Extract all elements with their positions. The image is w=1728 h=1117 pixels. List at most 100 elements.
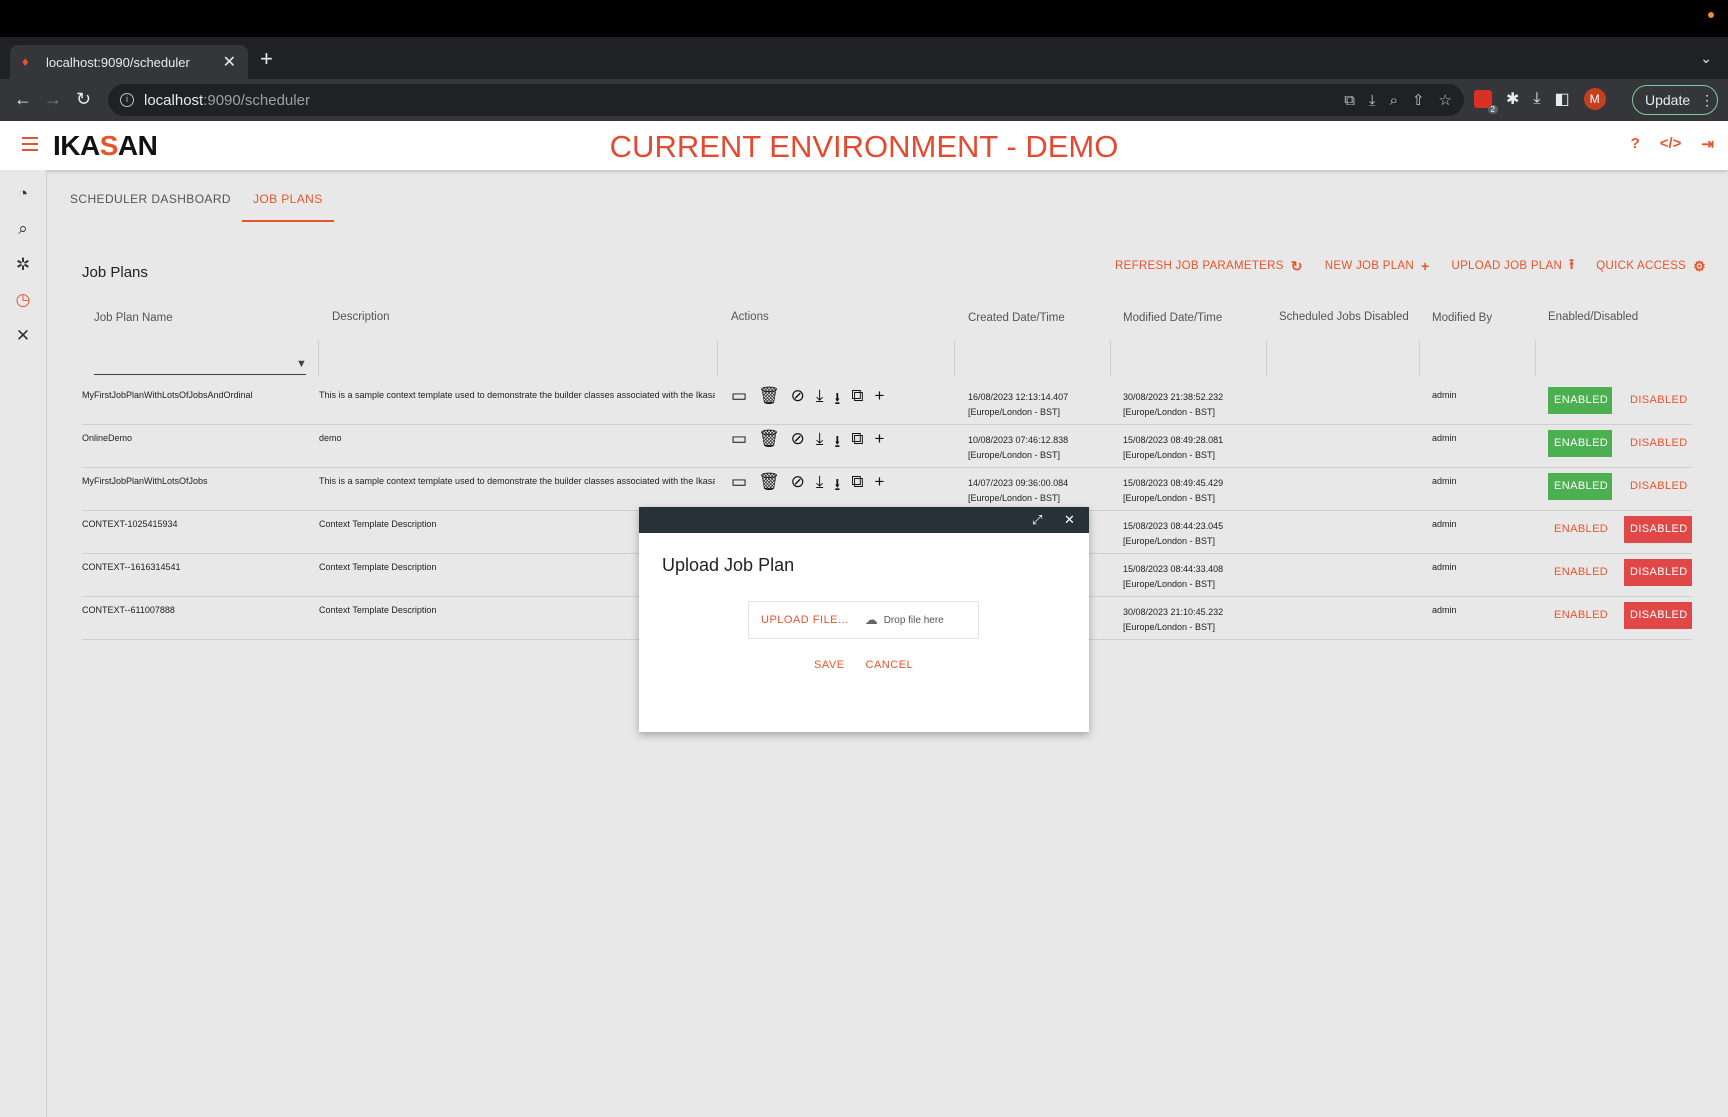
upload-file-button[interactable]: UPLOAD FILE... bbox=[761, 614, 849, 626]
modified-datetime: 15/08/2023 08:44:33.408 bbox=[1123, 564, 1224, 574]
tools-icon[interactable]: ✕ bbox=[13, 326, 33, 346]
browser-tab[interactable]: ♦ localhost:9090/scheduler ✕ bbox=[10, 45, 248, 79]
address-bar[interactable]: i localhost:9090/scheduler ⧉ ⤓ ⌕ ⇧ ☆ bbox=[108, 84, 1464, 116]
job-plan-name[interactable]: CONTEXT--1616314541 bbox=[82, 562, 181, 572]
reload-icon[interactable]: ↻ bbox=[76, 89, 91, 109]
upload-job-plan-button[interactable]: UPLOAD JOB PLAN ⭱ bbox=[1451, 254, 1574, 278]
download-icon[interactable]: ⤓ bbox=[816, 429, 824, 458]
cancel-button[interactable]: CANCEL bbox=[866, 659, 914, 671]
help-icon[interactable]: ? bbox=[1631, 135, 1640, 153]
created-datetime: 10/08/2023 07:46:12.838 bbox=[968, 435, 1069, 445]
open-external-icon[interactable]: ⧉ bbox=[851, 429, 863, 458]
header-scheduled-disabled[interactable]: Scheduled Jobs Disabled bbox=[1279, 311, 1409, 323]
disable-button[interactable]: DISABLED bbox=[1624, 559, 1692, 586]
table-row[interactable]: OnlineDemo demo ▭ 🗑 ⊘ ⤓ ⭳ ⧉ +10/08/2023 07:46:12… bbox=[82, 425, 1692, 468]
quick-access-button[interactable]: QUICK ACCESS ⚙ bbox=[1596, 254, 1706, 278]
created-timezone: [Europe/London - BST] bbox=[968, 450, 1061, 460]
extension-icon[interactable]: 2 bbox=[1474, 90, 1498, 114]
table-row[interactable]: MyFirstJobPlanWithLotsOfJobsAndOrdinal Th… bbox=[82, 382, 1692, 425]
upload-arrow-icon: ⭱ bbox=[1569, 256, 1575, 272]
forward-arrow-icon[interactable]: → bbox=[44, 89, 62, 109]
scheduler-clock-icon[interactable]: ◷ bbox=[13, 290, 33, 310]
refresh-job-parameters-button[interactable]: REFRESH JOB PARAMETERS ↻ bbox=[1115, 254, 1303, 278]
extensions-puzzle-icon[interactable]: ✱ bbox=[1506, 89, 1519, 109]
disable-button[interactable]: DISABLED bbox=[1624, 430, 1692, 457]
downloads-icon[interactable]: ⤓ bbox=[1533, 90, 1540, 108]
name-filter-input[interactable] bbox=[94, 374, 306, 375]
logout-icon[interactable]: ⇥ bbox=[1701, 135, 1714, 153]
header-modified[interactable]: Modified Date/Time bbox=[1123, 312, 1222, 324]
job-plan-name[interactable]: OnlineDemo bbox=[82, 433, 132, 443]
dashboard-gauge-icon[interactable]: ◔ bbox=[13, 184, 33, 204]
tab-title: localhost:9090/scheduler bbox=[46, 54, 190, 70]
job-plan-description: This is a sample context template used t… bbox=[319, 476, 715, 486]
enable-button[interactable]: ENABLED bbox=[1548, 387, 1612, 414]
disable-button[interactable]: DISABLED bbox=[1624, 387, 1692, 414]
code-icon[interactable]: </> bbox=[1660, 135, 1682, 153]
update-button[interactable]: Update ⋮ bbox=[1632, 85, 1718, 115]
tab-close-icon[interactable]: ✕ bbox=[223, 52, 236, 72]
calendar-icon[interactable]: ▭ bbox=[731, 472, 747, 501]
back-arrow-icon[interactable]: ← bbox=[14, 89, 32, 109]
disable-icon[interactable]: ⊘ bbox=[791, 429, 805, 458]
profile-avatar[interactable]: M bbox=[1583, 88, 1606, 110]
job-plan-name[interactable]: MyFirstJobPlanWithLotsOfJobsAndOrdinal bbox=[82, 390, 253, 400]
filter-funnel-icon[interactable]: ▼ bbox=[296, 358, 307, 370]
disable-icon[interactable]: ⊘ bbox=[791, 472, 805, 501]
enable-button[interactable]: ENABLED bbox=[1548, 473, 1612, 500]
zoom-icon[interactable]: ⌕ bbox=[1390, 92, 1398, 109]
header-job-plan-name[interactable]: Job Plan Name bbox=[94, 312, 173, 324]
add-icon[interactable]: + bbox=[875, 386, 885, 415]
job-plan-name[interactable]: CONTEXT-1025415934 bbox=[82, 519, 178, 529]
new-job-plan-button[interactable]: NEW JOB PLAN + bbox=[1325, 254, 1430, 278]
tab-job-plans[interactable]: JOB PLANS bbox=[241, 182, 334, 222]
site-info-icon[interactable]: i bbox=[120, 93, 134, 107]
open-external-icon[interactable]: ⧉ bbox=[851, 386, 863, 415]
enable-button[interactable]: ENABLED bbox=[1548, 602, 1612, 629]
table-row[interactable]: MyFirstJobPlanWithLotsOfJobs This is a sa… bbox=[82, 468, 1692, 511]
file-upload-area[interactable]: UPLOAD FILE... ☁ Drop file here bbox=[748, 601, 979, 639]
calendar-icon[interactable]: ▭ bbox=[731, 386, 747, 415]
add-icon[interactable]: + bbox=[875, 429, 885, 458]
job-plan-name[interactable]: MyFirstJobPlanWithLotsOfJobs bbox=[82, 476, 208, 486]
install-icon[interactable]: ⤓ bbox=[1369, 92, 1376, 109]
open-external-icon[interactable]: ⧉ bbox=[851, 472, 863, 501]
close-icon[interactable]: ✕ bbox=[1064, 512, 1075, 528]
export-icon[interactable]: ⭳ bbox=[834, 386, 840, 415]
delete-icon[interactable]: 🗑 bbox=[758, 472, 780, 501]
save-button[interactable]: SAVE bbox=[814, 659, 845, 671]
more-vert-icon[interactable]: ⋮ bbox=[1700, 92, 1714, 109]
maximize-icon[interactable]: ⤢ bbox=[1032, 512, 1042, 528]
export-icon[interactable]: ⭳ bbox=[834, 472, 840, 501]
enable-button[interactable]: ENABLED bbox=[1548, 559, 1612, 586]
download-icon[interactable]: ⤓ bbox=[816, 386, 824, 415]
open-in-app-icon[interactable]: ⧉ bbox=[1344, 92, 1355, 109]
share-icon[interactable]: ⇧ bbox=[1412, 91, 1425, 109]
header-created[interactable]: Created Date/Time bbox=[968, 312, 1065, 324]
add-icon[interactable]: + bbox=[875, 472, 885, 501]
topology-icon[interactable]: ✲ bbox=[13, 255, 33, 275]
tab-scheduler-dashboard[interactable]: SCHEDULER DASHBOARD bbox=[59, 182, 242, 222]
export-icon[interactable]: ⭳ bbox=[834, 429, 840, 458]
delete-icon[interactable]: 🗑 bbox=[758, 429, 780, 458]
enable-button[interactable]: ENABLED bbox=[1548, 430, 1612, 457]
new-tab-icon[interactable]: + bbox=[260, 48, 273, 70]
search-icon[interactable]: ⌕ bbox=[13, 219, 33, 239]
bookmark-star-icon[interactable]: ☆ bbox=[1439, 91, 1452, 109]
job-plan-name[interactable]: CONTEXT--611007888 bbox=[82, 605, 175, 615]
disable-button[interactable]: DISABLED bbox=[1624, 473, 1692, 500]
tab-search-chevron-icon[interactable]: ⌄ bbox=[1700, 50, 1712, 67]
update-label: Update bbox=[1645, 92, 1691, 108]
disable-button[interactable]: DISABLED bbox=[1624, 516, 1692, 543]
calendar-icon[interactable]: ▭ bbox=[731, 429, 747, 458]
header-enabled-disabled[interactable]: Enabled/Disabled bbox=[1548, 311, 1638, 323]
side-panel-icon[interactable]: ◧ bbox=[1554, 89, 1569, 109]
delete-icon[interactable]: 🗑 bbox=[758, 386, 780, 415]
dialog-titlebar: ⤢ ✕ bbox=[639, 507, 1089, 533]
disable-button[interactable]: DISABLED bbox=[1624, 602, 1692, 629]
header-description[interactable]: Description bbox=[332, 311, 390, 323]
enable-button[interactable]: ENABLED bbox=[1548, 516, 1612, 543]
disable-icon[interactable]: ⊘ bbox=[791, 386, 805, 415]
download-icon[interactable]: ⤓ bbox=[816, 472, 824, 501]
header-modified-by[interactable]: Modified By bbox=[1432, 312, 1492, 324]
